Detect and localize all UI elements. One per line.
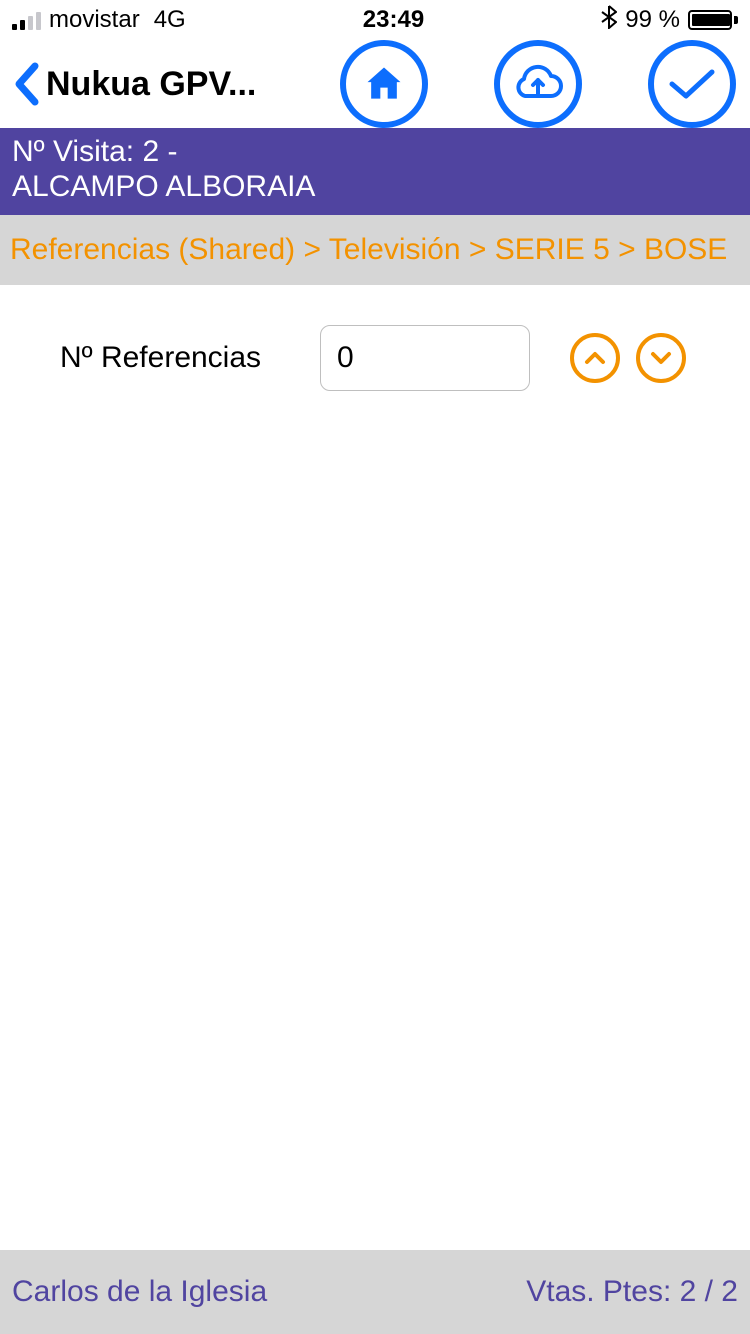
references-label: Nº Referencias	[60, 341, 320, 375]
status-left: movistar 4G	[12, 6, 186, 34]
signal-bars-icon	[12, 10, 41, 30]
increment-button[interactable]	[570, 333, 620, 383]
back-button[interactable]	[6, 54, 46, 114]
bluetooth-icon	[601, 5, 617, 36]
status-bar: movistar 4G 23:49 99 %	[0, 0, 750, 40]
battery-icon	[688, 10, 738, 30]
visit-banner: Nº Visita: 2 - ALCAMPO ALBORAIA	[0, 128, 750, 215]
upload-button[interactable]	[494, 40, 582, 128]
confirm-button[interactable]	[648, 40, 736, 128]
battery-pct: 99 %	[625, 6, 680, 34]
references-input[interactable]	[320, 325, 530, 391]
store-name: ALCAMPO ALBORAIA	[12, 169, 738, 204]
breadcrumb-text: Referencias (Shared) > Televisión > SERI…	[10, 233, 727, 266]
network-label: 4G	[154, 6, 186, 34]
breadcrumb[interactable]: Referencias (Shared) > Televisión > SERI…	[0, 215, 750, 285]
visit-number: Nº Visita: 2 -	[12, 134, 738, 169]
pending-sales: Vtas. Ptes: 2 / 2	[526, 1275, 738, 1309]
decrement-button[interactable]	[636, 333, 686, 383]
user-name: Carlos de la Iglesia	[12, 1275, 267, 1309]
footer-bar: Carlos de la Iglesia Vtas. Ptes: 2 / 2	[0, 1250, 750, 1334]
stepper	[570, 333, 686, 383]
status-right: 99 %	[601, 5, 738, 36]
carrier-label: movistar	[49, 6, 140, 34]
page-title: Nukua GPV...	[46, 65, 256, 104]
home-button[interactable]	[340, 40, 428, 128]
nav-bar: Nukua GPV...	[0, 40, 750, 128]
references-row: Nº Referencias	[0, 285, 750, 391]
clock: 23:49	[363, 6, 424, 34]
